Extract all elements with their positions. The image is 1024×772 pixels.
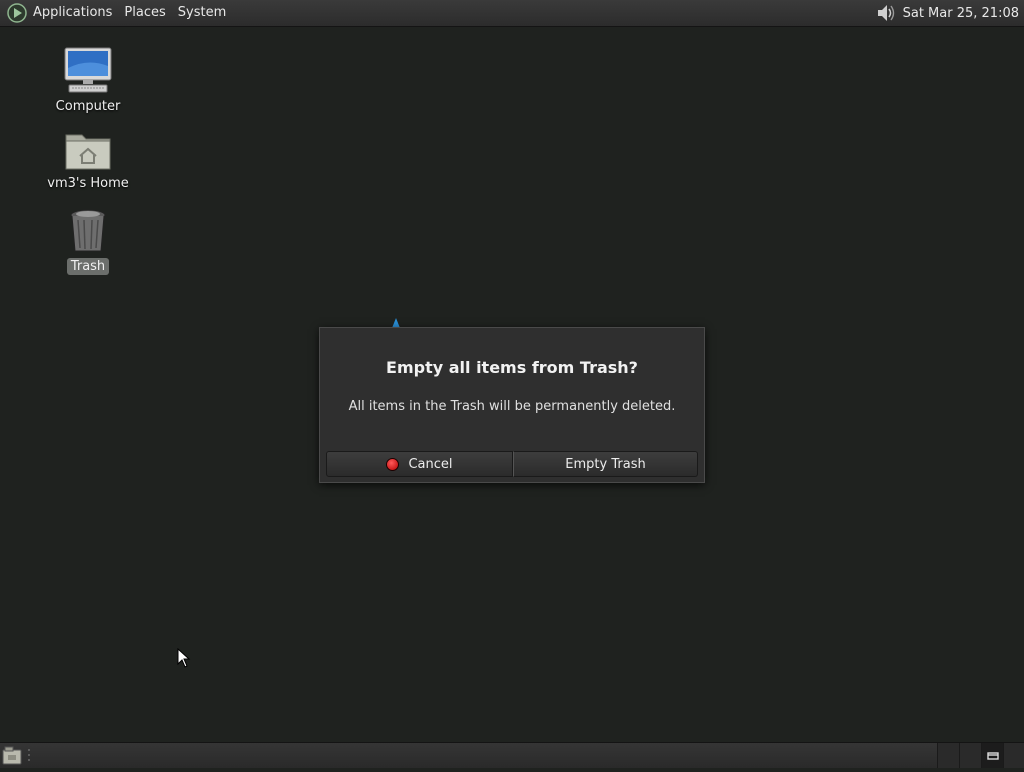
desktop-icon-computer[interactable]: Computer — [33, 46, 143, 115]
cancel-button-label: Cancel — [408, 457, 452, 472]
computer-icon — [63, 46, 113, 94]
panel-handle-icon[interactable] — [26, 745, 32, 766]
clock[interactable]: Sat Mar 25, 21:08 — [903, 6, 1024, 21]
volume-icon[interactable] — [875, 2, 897, 24]
menu-applications[interactable]: Applications — [28, 0, 118, 26]
workspace-3[interactable] — [981, 743, 1004, 768]
cancel-button[interactable]: Cancel — [326, 451, 513, 477]
empty-trash-button-label: Empty Trash — [565, 457, 645, 472]
empty-trash-button[interactable]: Empty Trash — [513, 451, 698, 477]
show-desktop-icon[interactable] — [2, 746, 22, 765]
trash-icon — [68, 208, 108, 254]
desktop-icon-trash[interactable]: Trash — [33, 208, 143, 275]
desktop-icon-label: vm3's Home — [43, 175, 133, 192]
workspace-1[interactable] — [937, 743, 960, 768]
desktop-icon-label: Computer — [52, 98, 125, 115]
dialog-button-row: Cancel Empty Trash — [326, 451, 698, 477]
mouse-cursor-icon — [177, 648, 191, 668]
window-list-icon — [982, 743, 1004, 768]
menu-system[interactable]: System — [172, 0, 232, 26]
home-folder-icon — [64, 129, 112, 171]
dialog-title: Empty all items from Trash? — [320, 358, 704, 377]
top-panel: Applications Places System Sat Mar 25, 2… — [0, 0, 1024, 27]
empty-trash-dialog: Empty all items from Trash? All items in… — [319, 327, 705, 483]
desktop-icon-label: Trash — [67, 258, 109, 275]
workspace-2[interactable] — [959, 743, 982, 768]
bottom-panel — [0, 742, 1024, 768]
menu-places[interactable]: Places — [118, 0, 171, 26]
workspace-4[interactable] — [1003, 743, 1024, 768]
cancel-icon — [386, 458, 399, 471]
dialog-message: All items in the Trash will be permanent… — [320, 399, 704, 414]
desktop-icon-home[interactable]: vm3's Home — [33, 129, 143, 192]
menu-logo-icon[interactable] — [6, 2, 28, 24]
